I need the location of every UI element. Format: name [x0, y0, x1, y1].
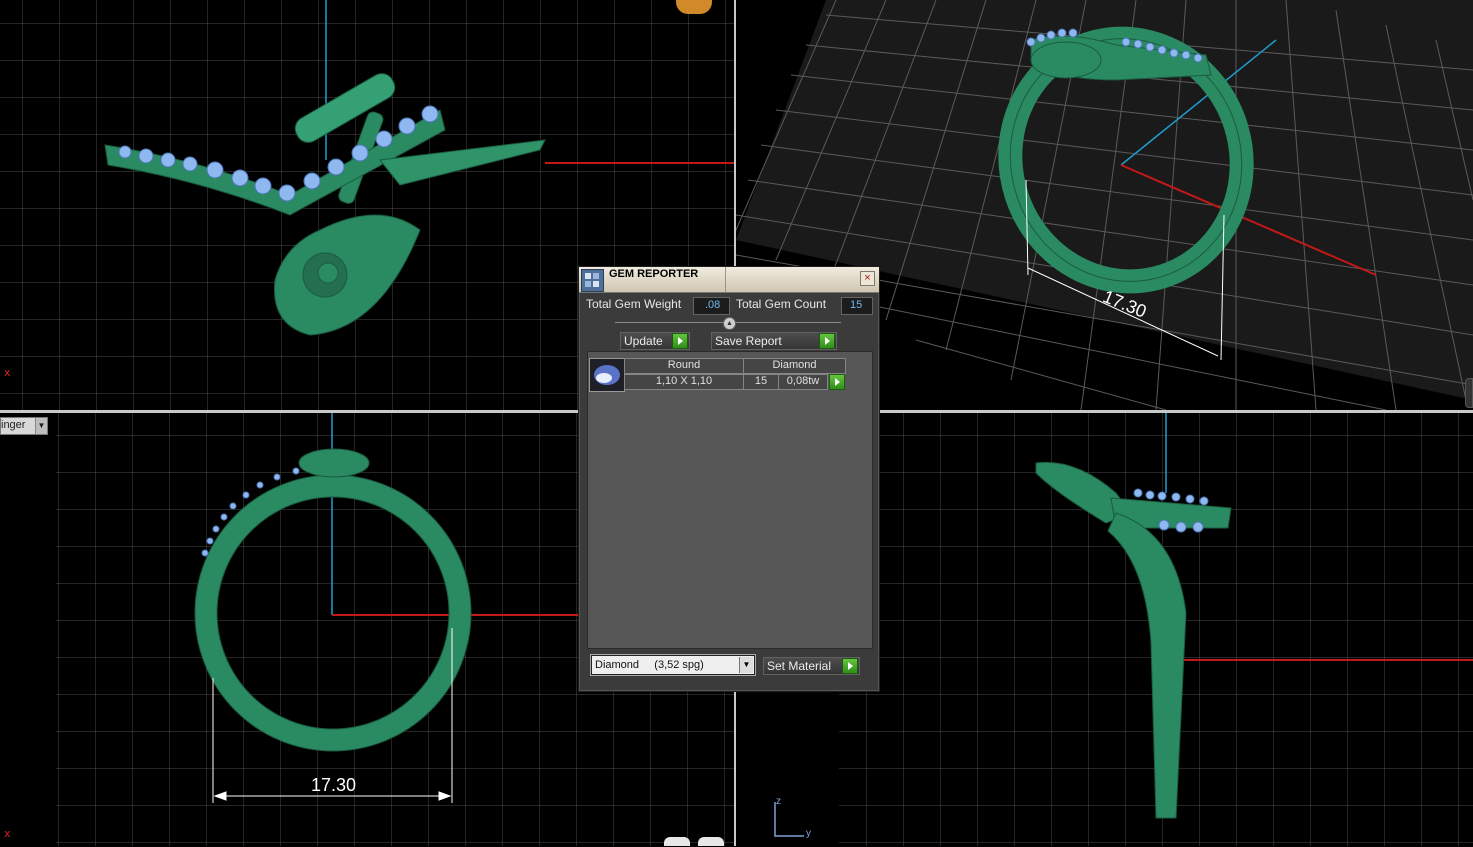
play-arrow-icon — [842, 658, 858, 674]
axis-x-label: x — [4, 366, 11, 379]
title-tab-edge — [725, 267, 726, 292]
viewport-label-icon[interactable] — [676, 0, 712, 14]
chevron-down-icon: ▼ — [35, 418, 47, 434]
play-arrow-icon — [819, 333, 835, 349]
material-select[interactable]: Diamond (3,52 spg) ▼ — [591, 655, 755, 675]
axis-z-label: z — [776, 796, 781, 807]
close-icon[interactable]: × — [860, 271, 875, 286]
gem-reporter-titlebar[interactable]: GEM REPORTER × — [579, 267, 879, 293]
chevron-down-icon: ▼ — [739, 657, 753, 673]
play-arrow-icon — [672, 333, 688, 349]
set-material-button[interactable]: Set Material — [763, 657, 860, 675]
axis-x-label-bottom: x — [4, 827, 11, 840]
gem-reporter-title: GEM REPORTER — [609, 268, 699, 280]
total-gem-weight-label: Total Gem Weight — [586, 297, 682, 311]
axis-triad: z y — [770, 796, 820, 842]
gem-count-cell[interactable]: 15 — [743, 374, 779, 390]
round-gem-thumbnail[interactable] — [589, 358, 625, 392]
save-report-button[interactable]: Save Report — [711, 332, 837, 350]
gem-reporter-panel: GEM REPORTER × Total Gem Weight .08 Tota… — [578, 266, 880, 692]
total-gem-weight-field: .08 — [693, 297, 730, 315]
orbit-button[interactable] — [698, 837, 724, 846]
total-gem-count-label: Total Gem Count — [736, 297, 827, 311]
viewport-scroll-handle[interactable] — [1465, 378, 1473, 408]
gem-row-play-icon[interactable] — [829, 374, 845, 390]
update-button[interactable]: Update — [620, 332, 690, 350]
gem-material-cell[interactable]: Diamond — [743, 358, 846, 374]
view-selector[interactable]: inger ▼ — [0, 417, 48, 435]
gem-size-cell[interactable]: 1,10 X 1,10 — [624, 374, 744, 390]
pan-button[interactable] — [664, 837, 690, 846]
ring-top-setting — [298, 448, 370, 478]
axis-y-label: y — [806, 828, 811, 839]
collapse-arrow-icon[interactable]: ▲ — [723, 317, 736, 330]
gem-reporter-app-icon — [581, 269, 604, 292]
total-gem-count-field: 15 — [841, 297, 873, 315]
dimension-label-front: 17.30 — [311, 775, 357, 795]
gem-weight-cell[interactable]: 0,08tw — [778, 374, 828, 390]
gem-shape-cell[interactable]: Round — [624, 358, 744, 374]
gem-list: Round Diamond 1,10 X 1,10 15 0,08tw — [587, 351, 873, 649]
